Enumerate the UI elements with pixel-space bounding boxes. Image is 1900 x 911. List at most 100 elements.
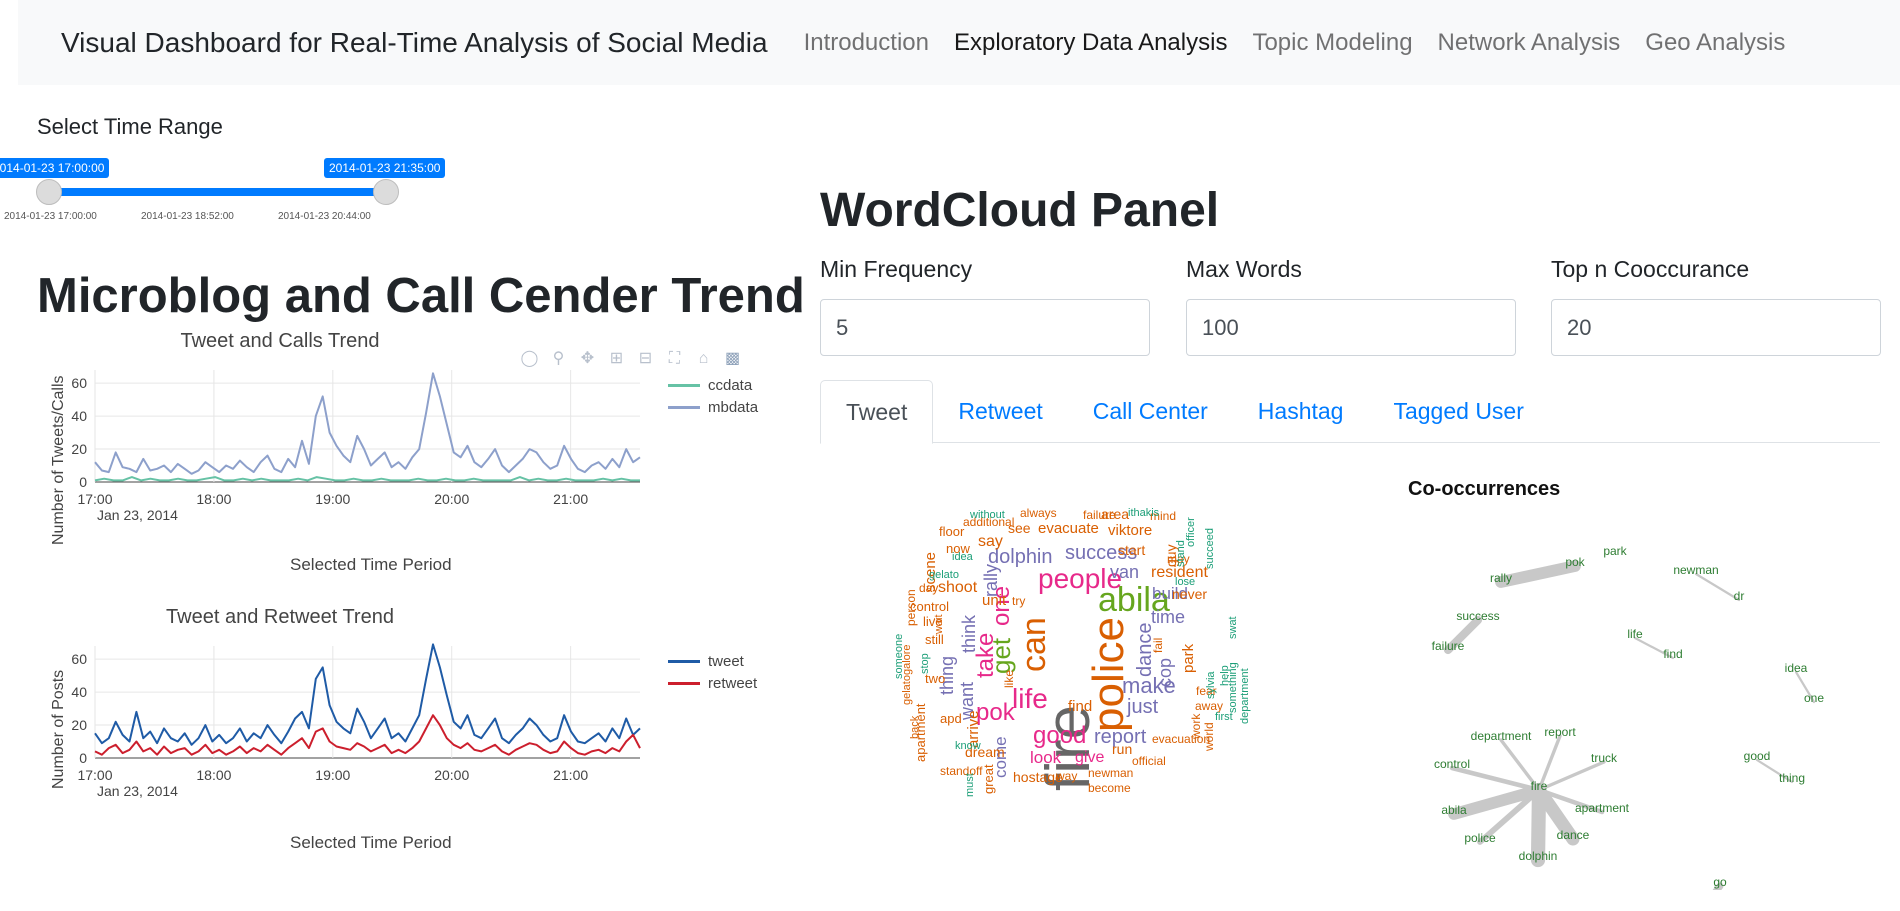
node-truck[interactable]: truck (1591, 751, 1618, 765)
x-axis-label: Selected Time Period (290, 833, 452, 852)
node-park[interactable]: park (1603, 544, 1627, 558)
wordcloud-word-succeed: succeed (1204, 528, 1216, 570)
nav-link-exploratory-data-analysis[interactable]: Exploratory Data Analysis (954, 29, 1227, 57)
reset-axes-icon[interactable]: ⌂ (694, 350, 713, 367)
x-tick-label: 21:00 (553, 491, 588, 507)
wordcloud-word-person: person (904, 589, 918, 627)
chart-legend: tweet retweet (668, 650, 757, 694)
wordcloud-word-official: official (1132, 754, 1166, 768)
cooccurrence-network[interactable]: pok rally park newman dr success failure life fi… (1380, 470, 1900, 890)
legend-swatch (668, 383, 700, 387)
wordcloud-word-gelato: gelato (929, 569, 959, 581)
node-rally[interactable]: rally (1490, 571, 1512, 585)
y-axis-label: Number of Tweets/Calls (50, 375, 67, 545)
tab-hashtag[interactable]: Hashtag (1233, 380, 1369, 442)
node-one[interactable]: one (1804, 691, 1824, 705)
wordcloud-word-life: life (1012, 683, 1048, 714)
series-line-mbdata[interactable] (94, 372, 641, 475)
node-success[interactable]: success (1456, 609, 1499, 623)
node-abila[interactable]: abila (1441, 803, 1467, 817)
series-line-ccdata[interactable] (94, 476, 640, 482)
time-range-slider[interactable]: 2014-01-23 17:00:00 2014-01-23 21:35:00 … (0, 155, 446, 230)
tab-tagged-user[interactable]: Tagged User (1368, 380, 1548, 442)
x-tick-sublabel: Jan 23, 2014 (97, 507, 178, 523)
wordcloud-tabs: Tweet Retweet Call Center Hashtag Tagged… (820, 380, 1880, 444)
pan-icon[interactable]: ✥ (578, 350, 597, 367)
tab-retweet[interactable]: Retweet (933, 380, 1067, 442)
slider-mark: 2014-01-23 18:52:00 (141, 211, 234, 222)
y-tick-label: 20 (71, 441, 87, 457)
legend-label: retweet (708, 674, 758, 692)
legend-item-retweet[interactable]: retweet (668, 672, 757, 694)
wordcloud-word-world: world (1202, 722, 1216, 752)
max-words-input[interactable]: 100 (1186, 299, 1516, 356)
wordcloud-word-back: back (909, 715, 921, 740)
tab-tweet[interactable]: Tweet (820, 380, 934, 444)
x-tick-label: 19:00 (315, 767, 350, 783)
x-tick-label: 18:00 (196, 767, 231, 783)
legend-item-ccdata[interactable]: ccdata (668, 374, 758, 396)
brand-title[interactable]: Visual Dashboard for Real-Time Analysis … (61, 27, 768, 59)
top-n-cooccurance-input[interactable]: 20 (1551, 299, 1881, 356)
legend-item-tweet[interactable]: tweet (668, 650, 757, 672)
node-department[interactable]: department (1471, 729, 1532, 743)
node-report[interactable]: report (1544, 725, 1576, 739)
node-dr[interactable]: dr (1734, 589, 1745, 603)
node-police[interactable]: police (1464, 831, 1496, 845)
zoom-out-icon[interactable]: ⊟ (636, 350, 655, 367)
node-control[interactable]: control (1434, 757, 1470, 771)
nav-link-network-analysis[interactable]: Network Analysis (1438, 29, 1621, 57)
tab-call-center[interactable]: Call Center (1068, 380, 1233, 442)
wordcloud-word-swat: swat (1227, 616, 1239, 640)
node-idea[interactable]: idea (1785, 661, 1808, 675)
plotly-logo-icon[interactable]: ▩ (723, 350, 742, 367)
camera-icon[interactable]: ◯ (520, 350, 539, 367)
wordcloud-word-crowd: crowd (1078, 505, 1107, 507)
modebar: ◯ ⚲ ✥ ⊞ ⊟ ⛶ ⌂ ▩ (520, 350, 742, 367)
node-dolphin[interactable]: dolphin (1519, 849, 1558, 863)
wordcloud-word-try: try (1012, 594, 1026, 608)
node-life[interactable]: life (1627, 627, 1643, 641)
node-fire[interactable]: fire (1531, 779, 1548, 793)
wordcloud-word-way: way (1056, 769, 1078, 783)
wordcloud-word-think: think (959, 614, 979, 653)
slider-mark: 2014-01-23 20:44:00 (278, 211, 371, 222)
slider-end-tooltip: 2014-01-23 21:35:00 (324, 158, 446, 178)
y-tick-label: 40 (71, 684, 87, 700)
wordcloud-word-stand: stand (1175, 540, 1187, 568)
node-good[interactable]: good (1744, 749, 1771, 763)
node-pok[interactable]: pok (1565, 555, 1585, 569)
node-find[interactable]: find (1663, 647, 1682, 661)
top-n-cooccurance-label: Top n Cooccurance (1551, 256, 1750, 282)
x-tick-label: 18:00 (196, 491, 231, 507)
wordcloud-word-like: like (1002, 670, 1016, 689)
node-go[interactable]: go (1713, 875, 1727, 889)
legend-label: ccdata (708, 376, 753, 394)
node-newman[interactable]: newman (1673, 563, 1718, 577)
legend-swatch (668, 405, 700, 409)
node-failure[interactable]: failure (1432, 639, 1465, 653)
x-tick-label: 17:00 (77, 491, 112, 507)
node-dance[interactable]: dance (1557, 828, 1590, 842)
autoscale-icon[interactable]: ⛶ (665, 350, 684, 367)
wordcloud-word-look: look (1030, 748, 1062, 767)
legend-swatch (668, 659, 700, 663)
wordcloud-word-lose: lose (1175, 576, 1196, 588)
wordcloud-word-standoff: standoff (940, 764, 983, 778)
slider-start-handle[interactable] (36, 179, 62, 205)
wordcloud-word-become: become (1088, 781, 1131, 795)
legend-item-mbdata[interactable]: mbdata (668, 396, 758, 418)
node-apartment[interactable]: apartment (1575, 801, 1630, 815)
zoom-icon[interactable]: ⚲ (549, 350, 568, 367)
node-thing[interactable]: thing (1779, 771, 1805, 785)
min-frequency-input[interactable]: 5 (820, 299, 1150, 356)
nav-link-topic-modeling[interactable]: Topic Modeling (1252, 29, 1412, 57)
wordcloud-word-work: work (1189, 714, 1203, 740)
zoom-in-icon[interactable]: ⊞ (607, 350, 626, 367)
slider-track[interactable] (48, 188, 386, 196)
min-frequency-label: Min Frequency (820, 256, 973, 282)
nav-link-introduction[interactable]: Introduction (804, 29, 929, 57)
slider-end-handle[interactable] (373, 179, 399, 205)
nav-link-geo-analysis[interactable]: Geo Analysis (1645, 29, 1785, 57)
wordcloud-word-park: park (1180, 643, 1197, 673)
